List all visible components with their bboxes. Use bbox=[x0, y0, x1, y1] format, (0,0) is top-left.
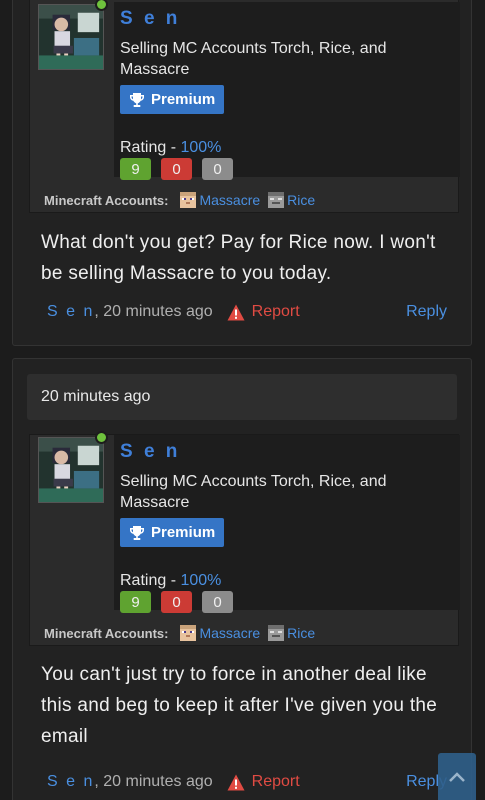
premium-badge[interactable]: Premium bbox=[120, 85, 225, 114]
report-button[interactable]: Report bbox=[227, 303, 300, 321]
warning-triangle-icon bbox=[227, 774, 245, 790]
post-footer: S e n , 20 minutes ago Report Reply bbox=[47, 773, 447, 791]
trophy-icon bbox=[130, 525, 144, 540]
avatar[interactable] bbox=[38, 437, 104, 503]
rating-percent[interactable]: 100% bbox=[180, 139, 221, 156]
premium-label: Premium bbox=[151, 524, 216, 541]
minecraft-accounts: Minecraft Accounts: Massacre Rice bbox=[44, 625, 315, 641]
minecraft-head-icon bbox=[268, 625, 285, 641]
minecraft-accounts: Minecraft Accounts: Massacre Rice bbox=[44, 192, 315, 208]
user-card: S e n Selling MC Accounts Torch, Rice, a… bbox=[29, 431, 460, 646]
minecraft-head-icon bbox=[268, 192, 285, 208]
rating: Rating - 100% bbox=[120, 139, 221, 157]
account-name: Massacre bbox=[199, 192, 261, 208]
rating-percent[interactable]: 100% bbox=[180, 572, 221, 589]
report-label: Report bbox=[251, 773, 300, 790]
accounts-label: Minecraft Accounts: bbox=[44, 625, 169, 641]
username[interactable]: S e n bbox=[120, 8, 180, 30]
account-link-rice[interactable]: Rice bbox=[268, 192, 315, 208]
neutral-count[interactable]: 0 bbox=[202, 158, 233, 180]
premium-badge[interactable]: Premium bbox=[120, 518, 225, 547]
rating-label: Rating - bbox=[120, 139, 181, 156]
premium-label: Premium bbox=[151, 91, 216, 108]
account-link-rice[interactable]: Rice bbox=[268, 625, 315, 641]
positive-count[interactable]: 9 bbox=[120, 591, 151, 613]
trophy-icon bbox=[130, 92, 144, 107]
online-status-dot bbox=[95, 0, 108, 11]
report-button[interactable]: Report bbox=[227, 773, 300, 791]
account-name: Massacre bbox=[199, 625, 261, 641]
user-title: Selling MC Accounts Torch, Rice, and Mas… bbox=[120, 40, 387, 78]
post-time[interactable]: , 20 minutes ago bbox=[94, 773, 212, 791]
negative-count[interactable]: 0 bbox=[161, 158, 192, 180]
rating: Rating - 100% bbox=[120, 572, 221, 590]
account-link-massacre[interactable]: Massacre bbox=[180, 192, 260, 208]
account-name: Rice bbox=[287, 192, 316, 208]
post-time[interactable]: , 20 minutes ago bbox=[94, 303, 212, 321]
author-link[interactable]: S e n bbox=[47, 303, 94, 321]
post-message: What don't you get? Pay for Rice now. I … bbox=[41, 232, 436, 284]
post-footer: S e n , 20 minutes ago Report Reply bbox=[47, 303, 447, 321]
positive-count[interactable]: 9 bbox=[120, 158, 151, 180]
post-message: You can't just try to force in another d… bbox=[41, 664, 438, 747]
rating-counts: 9 0 0 bbox=[120, 591, 233, 613]
rating-counts: 9 0 0 bbox=[120, 158, 233, 180]
post: S e n Selling MC Accounts Torch, Rice, a… bbox=[12, 0, 472, 346]
user-title: Selling MC Accounts Torch, Rice, and Mas… bbox=[120, 473, 387, 511]
post: 20 minutes ago S e n Selling MC Accounts… bbox=[12, 358, 472, 800]
post-date-bar: 20 minutes ago bbox=[27, 374, 457, 420]
online-status-dot bbox=[95, 431, 108, 444]
username[interactable]: S e n bbox=[120, 441, 180, 463]
negative-count[interactable]: 0 bbox=[161, 591, 192, 613]
account-name: Rice bbox=[287, 625, 316, 641]
minecraft-head-icon bbox=[180, 192, 197, 208]
reply-button[interactable]: Reply bbox=[406, 303, 447, 321]
report-label: Report bbox=[251, 303, 300, 320]
warning-triangle-icon bbox=[227, 304, 245, 320]
author-link[interactable]: S e n bbox=[47, 773, 94, 791]
scroll-to-top-button[interactable] bbox=[438, 753, 476, 800]
account-link-massacre[interactable]: Massacre bbox=[180, 625, 260, 641]
neutral-count[interactable]: 0 bbox=[202, 591, 233, 613]
minecraft-head-icon bbox=[180, 625, 197, 641]
user-card: S e n Selling MC Accounts Torch, Rice, a… bbox=[29, 0, 460, 213]
rating-label: Rating - bbox=[120, 572, 181, 589]
avatar[interactable] bbox=[38, 4, 104, 70]
chevron-up-icon bbox=[449, 771, 465, 782]
accounts-label: Minecraft Accounts: bbox=[44, 192, 169, 208]
